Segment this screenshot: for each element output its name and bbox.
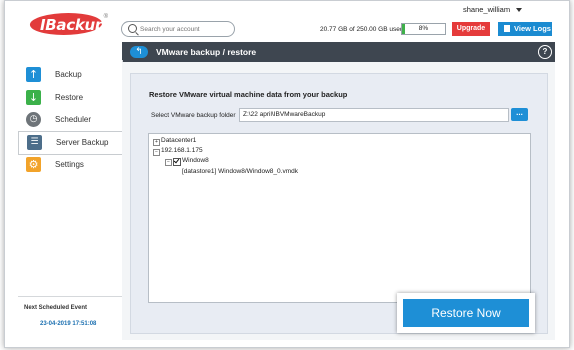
storage-usage-text: 20.77 GB of 250.00 GB used: [320, 26, 404, 33]
folder-label: Select VMware backup folder: [151, 112, 236, 119]
upgrade-button[interactable]: Upgrade: [452, 22, 490, 36]
clock-icon: ◷: [26, 112, 41, 127]
sidebar-item-label: Backup: [55, 70, 82, 79]
tree-node-disk[interactable]: [datastore1] Window8/Window8_0.vmdk: [182, 168, 298, 175]
arrow-up-icon: ↑: [26, 67, 41, 82]
view-logs-label: View Logs: [514, 24, 551, 33]
search-icon: [128, 24, 137, 33]
collapse-icon[interactable]: −: [165, 159, 172, 166]
restore-button-frame: Restore Now: [397, 293, 535, 333]
view-logs-button[interactable]: View Logs: [498, 22, 552, 36]
sidebar-item-label: Restore: [55, 93, 84, 102]
username: shane_william: [463, 5, 511, 14]
logo-registered-mark: ®: [103, 14, 108, 20]
help-icon[interactable]: ?: [538, 45, 552, 59]
expand-icon[interactable]: +: [153, 139, 160, 146]
back-arrow-icon[interactable]: ↰: [130, 46, 148, 58]
server-icon: ☰: [27, 135, 42, 150]
storage-usage-percent: 8%: [418, 25, 429, 32]
page-title: VMware backup / restore: [156, 47, 257, 57]
next-scheduled-event: Next Scheduled Event 23-04-2019 17:51:08: [18, 296, 122, 327]
sidebar-item-label: Settings: [55, 160, 84, 169]
vm-tree: + Datacenter1 − 192.168.1.175 − Window8 …: [148, 133, 531, 303]
collapse-icon[interactable]: −: [153, 149, 160, 156]
storage-usage-bar: 8%: [401, 23, 446, 35]
tree-node-host[interactable]: 192.168.1.175: [161, 147, 203, 154]
backup-folder-field[interactable]: Z:\22 april\IBVMwareBackup: [239, 108, 509, 122]
search-box[interactable]: [121, 21, 235, 37]
sidebar-item-restore[interactable]: ↓ Restore: [18, 87, 122, 109]
gear-icon: ⚙: [26, 157, 41, 172]
main-header-bar: ↰ VMware backup / restore ?: [122, 42, 555, 62]
arrow-down-icon: ↓: [26, 90, 41, 105]
next-event-label: Next Scheduled Event: [24, 305, 88, 311]
restore-now-button[interactable]: Restore Now: [403, 299, 529, 327]
panel-title: Restore VMware virtual machine data from…: [149, 90, 348, 99]
sidebar-item-label: Server Backup: [56, 138, 109, 147]
sidebar-item-label: Scheduler: [55, 115, 92, 124]
user-menu[interactable]: shane_william: [463, 5, 523, 14]
tree-node-datacenter[interactable]: Datacenter1: [161, 137, 196, 144]
ibackup-logo: IBackup ®: [27, 11, 108, 37]
next-event-date: 23-04-2019 17:51:08: [40, 321, 97, 327]
browse-button[interactable]: ...: [511, 108, 528, 121]
logo-text: IBackup: [40, 16, 106, 34]
backup-folder-value: Z:\22 april\IBVMwareBackup: [243, 111, 326, 118]
search-input[interactable]: [140, 22, 230, 36]
sidebar-item-backup[interactable]: ↑ Backup: [18, 64, 122, 86]
sidebar-item-scheduler[interactable]: ◷ Scheduler: [18, 109, 122, 131]
document-icon: [504, 25, 510, 32]
vm-checkbox[interactable]: [173, 158, 181, 166]
tree-node-vm[interactable]: Window8: [182, 157, 209, 164]
chevron-down-icon: [516, 8, 523, 13]
sidebar-item-settings[interactable]: ⚙ Settings: [18, 154, 122, 176]
sidebar-item-server-backup[interactable]: ☰ Server Backup: [18, 131, 122, 155]
